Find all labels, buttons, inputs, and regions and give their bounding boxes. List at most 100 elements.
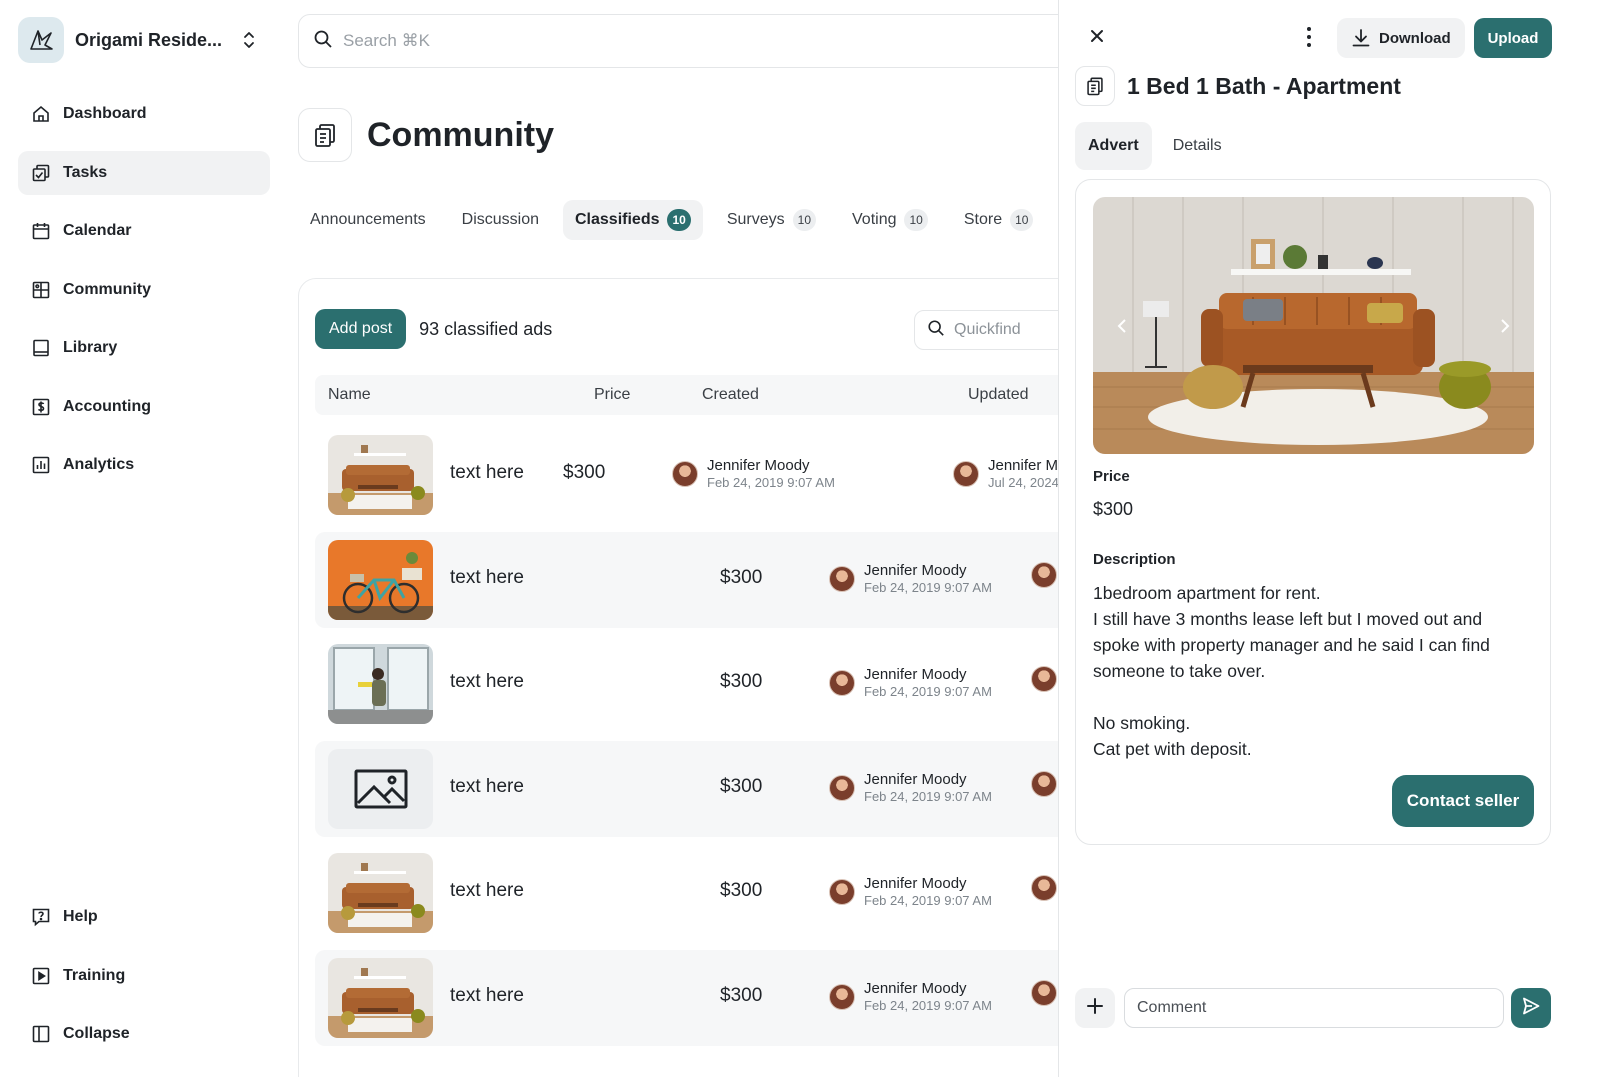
more-vertical-icon[interactable] — [1299, 24, 1319, 50]
tab-advert[interactable]: Advert — [1075, 122, 1152, 170]
analytics-icon — [30, 454, 52, 476]
send-button[interactable] — [1511, 988, 1551, 1028]
comment-input[interactable] — [1124, 988, 1504, 1028]
created-by: Jennifer Moody Feb 24, 2019 9:07 AM — [829, 771, 992, 805]
table-header: Name Price Created Updated — [315, 375, 1095, 415]
global-search[interactable]: Search ⌘K — [298, 14, 1088, 68]
nav-item-training[interactable]: Training — [18, 954, 270, 998]
nav-item-accounting[interactable]: Accounting — [18, 385, 270, 429]
add-attachment-button[interactable] — [1075, 988, 1115, 1028]
nav-item-community[interactable]: Community — [18, 268, 270, 312]
nav-label: Collapse — [63, 1025, 130, 1042]
avatar — [953, 461, 979, 487]
table-body: text here $300 Jennifer Moody Feb 24, 201… — [315, 427, 1095, 1054]
post-price: $300 — [720, 671, 763, 692]
post-name: text here — [450, 671, 524, 692]
contact-seller-button[interactable]: Contact seller — [1392, 775, 1534, 827]
post-price: $300 — [720, 566, 763, 588]
updated-by — [1031, 979, 1057, 1006]
description-line: No smoking. — [1093, 713, 1191, 733]
post-name: text here — [450, 880, 524, 901]
post-price: $300 — [563, 462, 606, 483]
avatar — [1031, 561, 1057, 588]
post-price: $300 — [720, 984, 763, 1006]
nav-label: Tasks — [63, 163, 108, 181]
tab-label: Voting — [852, 211, 897, 228]
post-name: text here — [450, 566, 524, 588]
table-row[interactable]: text here $300 Jennifer Moody Feb 24, 201… — [315, 845, 1095, 941]
nav-label: Analytics — [63, 456, 135, 473]
avatar — [1031, 770, 1057, 797]
chevron-up-down-icon[interactable] — [240, 29, 258, 51]
tab-surveys[interactable]: Surveys 10 — [715, 200, 828, 240]
created-date: Feb 24, 2019 9:07 AM — [864, 893, 992, 908]
tab-details[interactable]: Details — [1160, 122, 1235, 170]
nav-label: Help — [63, 908, 98, 925]
comment-composer — [1075, 988, 1601, 1028]
column-name[interactable]: Name — [328, 386, 371, 404]
table-row[interactable]: text here $300 Jennifer Moody Feb 24, 201… — [315, 949, 1095, 1046]
add-post-button[interactable]: Add post — [315, 309, 407, 349]
org-switcher[interactable]: Origami Reside... — [18, 17, 268, 63]
chevron-left-icon[interactable] — [1109, 313, 1135, 339]
search-icon — [313, 29, 333, 54]
description-label: Description — [1093, 551, 1176, 568]
close-icon[interactable] — [1085, 24, 1109, 48]
main-content: Search ⌘K Community Announcements Discus… — [298, 0, 1104, 1077]
advert-card: Price $300 Description 1bedroom apartmen… — [1075, 179, 1551, 845]
post-title: 1 Bed 1 Bath - Apartment — [1127, 72, 1401, 99]
community-tabs: Announcements Discussion Classifieds 10 S… — [298, 200, 1057, 240]
tab-count-badge: 10 — [904, 209, 928, 231]
tab-label: Announcements — [310, 211, 426, 228]
updated-date: Jul 24, 2024 — [988, 475, 1059, 490]
tab-classifieds[interactable]: Classifieds 10 — [563, 200, 703, 240]
living-room-thumbnail — [328, 853, 433, 933]
nav-label: Dashboard — [63, 105, 147, 122]
image-placeholder-icon — [328, 748, 433, 829]
download-button[interactable]: Download — [1337, 18, 1465, 58]
table-row[interactable]: text here $300 Jennifer Moody Feb 24, 201… — [315, 531, 1095, 628]
table-row[interactable]: text here $300 Jennifer Moody Feb 24, 201… — [315, 427, 1095, 523]
nav-label: Library — [63, 339, 118, 356]
avatar — [829, 983, 855, 1010]
column-updated[interactable]: Updated — [968, 386, 1029, 404]
nav-item-collapse[interactable]: Collapse — [18, 1012, 270, 1056]
chevron-right-icon[interactable] — [1492, 313, 1518, 339]
ads-count: 93 classified ads — [419, 318, 553, 339]
search-placeholder: Search ⌘K — [343, 31, 430, 50]
created-date: Feb 24, 2019 9:07 AM — [864, 997, 992, 1013]
post-name: text here — [450, 775, 524, 797]
nav-item-help[interactable]: Help — [18, 895, 270, 939]
column-price[interactable]: Price — [594, 386, 630, 404]
library-icon — [30, 337, 52, 359]
main-nav: Dashboard Tasks Calendar Community Libra… — [18, 92, 270, 502]
created-by: Jennifer Moody Feb 24, 2019 9:07 AM — [829, 980, 992, 1014]
post-name: text here — [450, 462, 524, 483]
nav-item-tasks[interactable]: Tasks — [18, 150, 270, 195]
table-row[interactable]: text here $300 Jennifer Moody Feb 24, 201… — [315, 740, 1095, 837]
quickfind-placeholder: Quickfind — [954, 321, 1021, 338]
created-date: Feb 24, 2019 9:07 AM — [864, 684, 992, 699]
nav-item-library[interactable]: Library — [18, 326, 270, 370]
tab-discussion[interactable]: Discussion — [450, 200, 551, 240]
table-row[interactable]: text here $300 Jennifer Moody Feb 24, 201… — [315, 636, 1095, 732]
document-stack-icon — [298, 108, 352, 162]
nav-item-calendar[interactable]: Calendar — [18, 209, 270, 253]
tab-announcements[interactable]: Announcements — [298, 200, 438, 240]
nav-item-dashboard[interactable]: Dashboard — [18, 92, 270, 136]
app: Origami Reside... Dashboard Tasks Calend… — [0, 0, 1616, 1077]
author-name: Jennifer M — [988, 457, 1059, 474]
training-icon — [30, 965, 52, 987]
post-name: text here — [450, 984, 524, 1006]
help-icon — [30, 906, 52, 928]
home-icon — [30, 103, 52, 125]
page-title: Community — [367, 115, 554, 154]
calendar-icon — [30, 220, 52, 242]
tab-store[interactable]: Store 10 — [952, 200, 1046, 240]
avatar — [1031, 875, 1057, 901]
tab-voting[interactable]: Voting 10 — [840, 200, 940, 240]
upload-button[interactable]: Upload — [1474, 18, 1552, 58]
nav-item-analytics[interactable]: Analytics — [18, 443, 270, 487]
column-created[interactable]: Created — [702, 386, 759, 404]
plus-icon — [1086, 997, 1104, 1020]
